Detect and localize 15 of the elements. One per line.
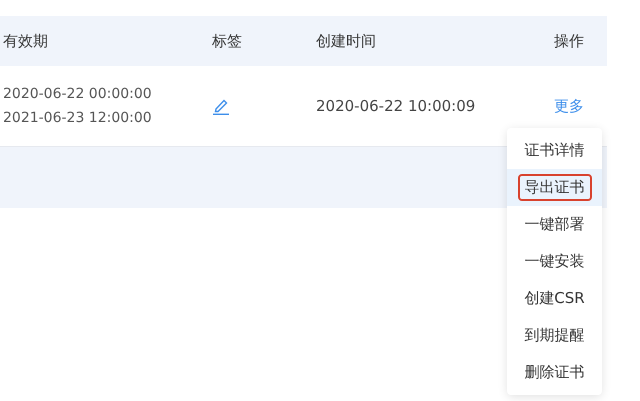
table-cell-text: 2021-06-23 12:00:00 <box>3 110 153 126</box>
column-header: 操作 <box>554 32 585 50</box>
menu-item[interactable]: 导出证书 <box>507 169 602 206</box>
menu-item[interactable]: 证书详情 <box>507 132 602 169</box>
table-cell-text: 2020-06-22 10:00:09 <box>315 97 476 115</box>
column-header: 标签 <box>211 32 242 50</box>
table-cell-text: 2020-06-22 00:00:00 <box>3 86 153 102</box>
menu-item[interactable]: 一键部署 <box>507 206 602 243</box>
column-header: 创建时间 <box>315 32 376 50</box>
menu-item[interactable]: 一键安装 <box>507 243 602 280</box>
menu-item[interactable]: 创建CSR <box>507 280 602 317</box>
edit-icon[interactable] <box>212 97 230 115</box>
menu-item[interactable]: 到期提醒 <box>507 317 602 354</box>
menu-item[interactable]: 删除证书 <box>507 354 602 391</box>
column-header: 有效期 <box>2 32 48 50</box>
